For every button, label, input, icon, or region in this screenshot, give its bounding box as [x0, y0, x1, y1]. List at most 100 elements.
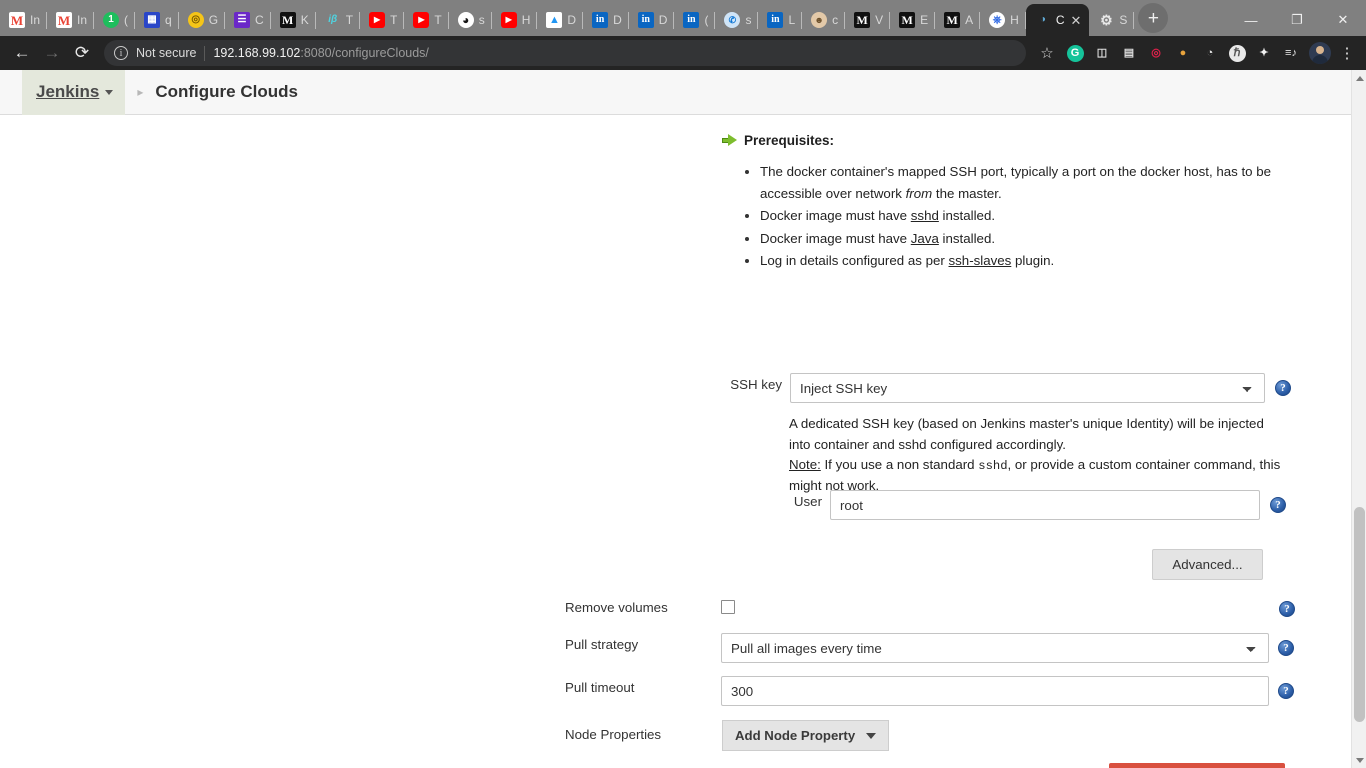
address-bar[interactable]: i Not secure 192.168.99.102:8080/configu… — [104, 40, 1026, 66]
tab-title: s — [478, 13, 485, 27]
ssh-key-select[interactable]: Inject SSH keyUse configured SSH credent… — [790, 373, 1265, 403]
chevron-down-icon — [866, 732, 876, 739]
add-node-property-button[interactable]: Add Node Property — [722, 720, 889, 751]
delete-docker-template-button[interactable]: Delete Docker Template — [1109, 763, 1285, 768]
close-icon[interactable]: ✕ — [1070, 14, 1083, 27]
browser-tab[interactable]: ▶ T — [404, 4, 450, 36]
help-icon[interactable]: ? — [1278, 640, 1294, 656]
window-controls: — ❐ ✕ — [1228, 4, 1366, 36]
user-row: User ? — [742, 490, 1302, 520]
google-drive-icon: ▲ — [546, 12, 563, 28]
tab-title: H — [1010, 13, 1019, 27]
browser-tab[interactable]: ◎ G — [179, 4, 226, 36]
maximize-icon[interactable]: ❐ — [1274, 4, 1320, 36]
icon-glyph: ● — [1179, 46, 1187, 59]
browser-tab-active[interactable]: ◑ C ✕ — [1025, 4, 1090, 36]
help-icon[interactable]: ? — [1279, 601, 1295, 617]
info-icon[interactable]: i — [114, 46, 128, 60]
scrollbar-thumb[interactable] — [1354, 507, 1365, 722]
browser-tab[interactable]: M In — [0, 4, 47, 36]
browser-tab[interactable]: ▲ D — [537, 4, 583, 36]
browser-tab[interactable]: ▶ H — [492, 4, 538, 36]
skype-icon: ✆ — [724, 12, 741, 28]
browser-tab[interactable]: MV — [845, 4, 891, 36]
ssh-desc-note-code: sshd — [978, 459, 1008, 474]
browser-tab[interactable]: in L — [758, 4, 802, 36]
scroll-down-icon[interactable] — [1352, 752, 1366, 768]
browser-tab[interactable]: ✆ s — [715, 4, 759, 36]
bookmark-star-icon[interactable]: ☆ — [1034, 40, 1060, 66]
ssh-key-description: A dedicated SSH key (based on Jenkins ma… — [789, 414, 1284, 497]
browser-menu-icon[interactable]: ⋮ — [1336, 44, 1358, 62]
browser-tab[interactable]: ⎈ H — [980, 4, 1026, 36]
help-icon[interactable]: ? — [1270, 497, 1286, 513]
tab-title: K — [300, 13, 309, 27]
browser-tab[interactable]: ▶ T — [360, 4, 405, 36]
browser-tab[interactable]: in ( — [674, 4, 716, 36]
prerequisite-link[interactable]: ssh-slaves — [949, 253, 1012, 268]
pull-strategy-select[interactable]: Pull all images every timePull once and … — [721, 633, 1269, 663]
browser-tab[interactable]: ME — [890, 4, 936, 36]
pull-timeout-input[interactable] — [721, 676, 1269, 706]
browser-tab[interactable]: in D — [583, 4, 629, 36]
prerequisites-block: Prerequisites: The docker container's ma… — [722, 133, 1302, 273]
user-label: User — [793, 494, 822, 509]
loop-extension-icon[interactable]: ◔ — [1197, 40, 1223, 66]
close-window-icon[interactable]: ✕ — [1320, 4, 1366, 36]
tab-title: H — [521, 13, 531, 27]
browser-tab[interactable]: ▦ q — [135, 4, 179, 36]
tab-title: V — [875, 13, 884, 27]
browser-tab-settings[interactable]: ⚙ S — [1089, 4, 1135, 36]
avatar[interactable] — [1309, 42, 1331, 64]
prerequisite-item: Log in details configured as per ssh-sla… — [760, 250, 1302, 272]
beta-icon: iβ — [328, 14, 338, 25]
tab-title: E — [920, 13, 929, 27]
user-input[interactable] — [830, 490, 1260, 520]
prerequisite-link[interactable]: Java — [911, 231, 939, 246]
prerequisite-link[interactable]: sshd — [911, 208, 939, 223]
jenkins-icon: ◑ — [1039, 14, 1046, 25]
reload-icon[interactable]: ⟳ — [68, 39, 96, 67]
target-extension-icon[interactable]: ◎ — [1143, 40, 1169, 66]
browser-tab[interactable]: ☻ c — [802, 4, 846, 36]
tab-title: ( — [124, 13, 128, 27]
prerequisite-text: Log in details configured as per — [760, 253, 949, 269]
remove-volumes-checkbox[interactable] — [721, 600, 735, 614]
browser-tab[interactable]: ◕ s — [449, 4, 492, 36]
minimize-icon[interactable]: — — [1228, 4, 1274, 36]
office-extension-icon[interactable]: ◫ — [1089, 40, 1115, 66]
browser-tab[interactable]: in D — [629, 4, 675, 36]
help-icon[interactable]: ? — [1275, 380, 1291, 396]
browser-tab[interactable]: iβ T — [316, 4, 361, 36]
browser-tab[interactable]: M In — [47, 4, 94, 36]
chevron-down-icon[interactable] — [105, 89, 114, 95]
linkedin-icon: in — [683, 12, 700, 28]
browser-tab[interactable]: ☰ C — [225, 4, 271, 36]
page-scrollbar[interactable] — [1351, 70, 1366, 768]
browser-tab[interactable]: MA — [935, 4, 981, 36]
new-tab-button[interactable]: + — [1138, 3, 1169, 33]
forward-icon[interactable]: → — [38, 39, 66, 67]
youtube-icon: ▶ — [369, 12, 386, 28]
browser-tab[interactable]: 1( — [94, 4, 135, 36]
honey-extension-icon[interactable]: ℏ — [1224, 40, 1250, 66]
playlist-extension-icon[interactable]: ≡♪ — [1278, 40, 1304, 66]
puzzle-extensions-icon[interactable]: ✦ — [1251, 40, 1277, 66]
cookie-extension-icon[interactable]: ● — [1170, 40, 1196, 66]
advanced-button[interactable]: Advanced... — [1152, 549, 1263, 580]
clipboard-extension-icon[interactable]: ▤ — [1116, 40, 1142, 66]
prerequisite-text: the master. — [932, 185, 1002, 201]
profile-icon: ☻ — [811, 12, 828, 28]
scroll-up-icon[interactable] — [1352, 70, 1366, 86]
grammarly-extension-icon[interactable]: G — [1062, 40, 1088, 66]
tab-title: T — [434, 13, 442, 27]
icon-glyph: G — [1066, 44, 1084, 62]
gear-icon: ⚙ — [1100, 12, 1113, 28]
remove-volumes-label: Remove volumes — [565, 600, 668, 615]
browser-chrome: M In M In 1(▦ q ◎ G ☰ C M Kiβ T ▶ T ▶ T ◕ s ▶ H ▲ Din Din Din(✆ s… — [0, 0, 1366, 70]
breadcrumb-item-jenkins[interactable]: Jenkins — [22, 70, 126, 115]
browser-tab[interactable]: MK — [271, 4, 316, 36]
help-icon[interactable]: ? — [1278, 683, 1294, 699]
back-icon[interactable]: ← — [8, 39, 36, 67]
jenkins-home-link[interactable]: Jenkins — [36, 82, 99, 102]
